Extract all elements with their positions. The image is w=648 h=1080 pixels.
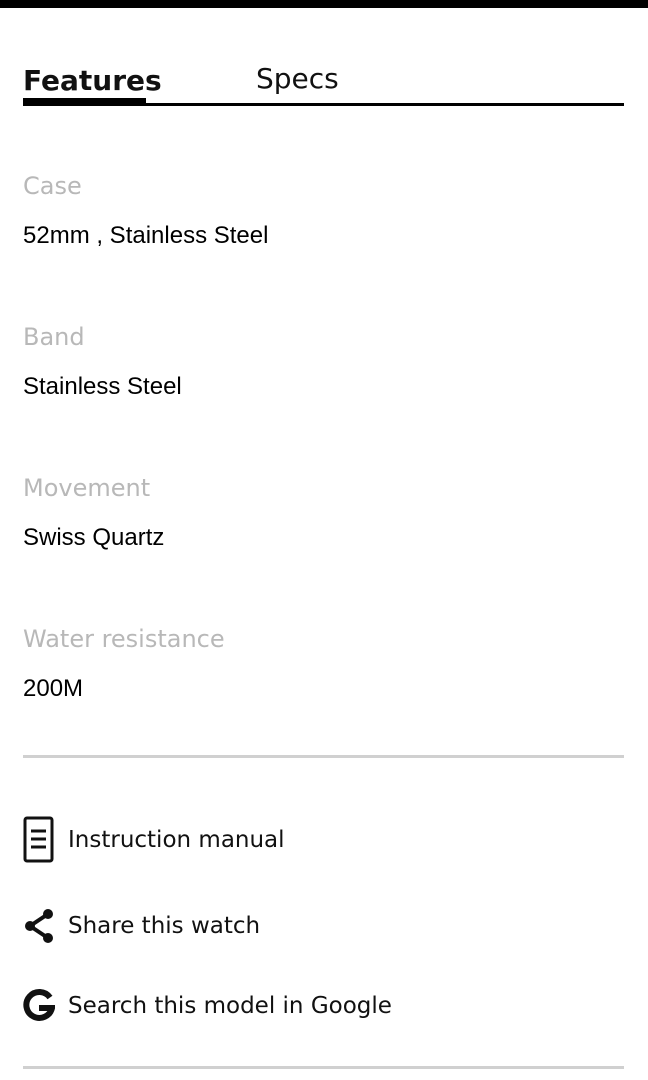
spec-movement: Movement Swiss Quartz	[23, 472, 623, 554]
share-watch-button[interactable]: Share this watch	[23, 902, 624, 950]
search-google-label: Search this model in Google	[68, 993, 392, 1019]
instruction-manual-label: Instruction manual	[68, 827, 285, 853]
active-tab-indicator	[23, 98, 146, 106]
spec-value-case: 52mm , Stainless Steel	[23, 222, 269, 249]
spec-case: Case 52mm , Stainless Steel	[23, 170, 623, 252]
share-icon	[23, 902, 55, 950]
spec-label-movement: Movement	[23, 474, 151, 502]
spec-water-resistance: Water resistance 200M	[23, 623, 623, 705]
tab-bar: Features Specs	[23, 56, 624, 106]
spec-label-case: Case	[23, 172, 82, 200]
tab-features-label: Features	[23, 64, 162, 97]
search-google-button[interactable]: Search this model in Google	[23, 982, 624, 1030]
spec-value-band: Stainless Steel	[23, 373, 182, 400]
tab-features[interactable]: Features	[23, 62, 162, 106]
spec-band: Band Stainless Steel	[23, 321, 623, 403]
instruction-manual-button[interactable]: Instruction manual	[23, 816, 624, 864]
document-icon	[23, 816, 55, 864]
tab-specs-label: Specs	[256, 62, 339, 95]
tab-specs[interactable]: Specs	[256, 60, 339, 104]
google-icon	[23, 982, 55, 1030]
spec-value-water-resistance: 200M	[23, 675, 84, 702]
spec-label-water-resistance: Water resistance	[23, 625, 225, 653]
spec-value-movement: Swiss Quartz	[23, 524, 165, 551]
divider-top	[23, 755, 624, 758]
share-watch-label: Share this watch	[68, 913, 261, 939]
spec-label-band: Band	[23, 323, 85, 351]
divider-bottom	[23, 1066, 624, 1069]
top-bar	[0, 0, 648, 8]
